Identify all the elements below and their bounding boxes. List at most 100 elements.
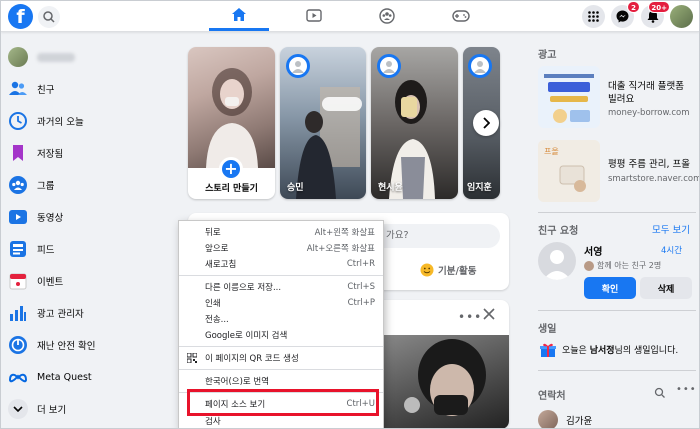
contact-item[interactable]: 김가윤: [538, 410, 592, 429]
ad-image[interactable]: [538, 66, 600, 128]
close-icon: [483, 308, 495, 320]
sidebar-item-meta-quest[interactable]: Meta Quest: [8, 364, 92, 390]
tab-home[interactable]: [209, 1, 269, 31]
sidebar-item-events[interactable]: 이벤트: [8, 268, 63, 294]
menu-item-save-as[interactable]: 다른 이름으로 저장... Ctrl+S: [179, 279, 383, 295]
sidebar-item-label: 그룹: [37, 181, 55, 192]
sidebar-item-feed[interactable]: 피드: [8, 236, 54, 262]
menu-item-label: 뒤로: [205, 228, 221, 238]
sidebar-item-label: 광고 관리자: [37, 309, 84, 320]
home-icon: [232, 7, 246, 21]
chevron-down-icon: [13, 406, 23, 412]
create-story-card[interactable]: + 스토리 만들기: [188, 47, 275, 199]
sidebar-item-label: Meta Quest: [37, 371, 92, 383]
friend-requests-title: 친구 요청: [538, 226, 579, 237]
birthdays-title: 생일: [538, 324, 557, 335]
sidebar-item-video[interactable]: 동영상: [8, 204, 63, 230]
menu-item-cast[interactable]: 전송...: [179, 311, 383, 327]
ad-text[interactable]: 대출 직거래 플랫폼 빌려요: [608, 80, 684, 106]
menu-item-label: Google로 이미지 검색: [205, 331, 288, 341]
notifications-badge: 20+: [648, 1, 670, 13]
chevron-right-icon: [483, 117, 490, 129]
divider: [538, 310, 696, 311]
menu-item-qr-code[interactable]: 이 페이지의 QR 코드 생성: [179, 350, 383, 366]
birthday-text-post: 님의 생일입니다.: [614, 346, 679, 356]
highlight-box: [187, 389, 379, 416]
top-navbar: f 2 20+: [1, 1, 699, 32]
menu-button[interactable]: [582, 5, 605, 28]
menu-item-forward[interactable]: 앞으로 Alt+오른쪽 화살표: [179, 240, 383, 256]
ad-text-line: 빌려요: [608, 94, 635, 105]
menu-item-translate[interactable]: 한국어(으)로 번역: [179, 373, 383, 389]
menu-item-label: 이 페이지의 QR 코드 생성: [205, 354, 299, 364]
stories-next-button[interactable]: [473, 110, 499, 136]
see-all-link[interactable]: 모두 보기: [652, 222, 690, 236]
menu-item-google-image-search[interactable]: Google로 이미지 검색: [179, 327, 383, 343]
sidebar-item-label: 이벤트: [37, 277, 64, 288]
menu-item-label: 전송...: [205, 315, 229, 325]
tab-groups[interactable]: [357, 1, 417, 31]
contacts-search-button[interactable]: [654, 387, 666, 402]
notifications-button[interactable]: 20+: [641, 1, 670, 28]
confirm-button[interactable]: 확인: [584, 277, 636, 299]
menu-item-reload[interactable]: 새로고침 Ctrl+R: [179, 256, 383, 272]
tab-gaming[interactable]: [431, 1, 491, 31]
divider: [538, 370, 696, 371]
sidebar-item-label: 동영상: [37, 213, 64, 224]
mutual-friend-avatar: [584, 260, 594, 271]
menu-item-label: 다른 이름으로 저장...: [205, 283, 282, 293]
story-card[interactable]: 승민: [280, 47, 366, 199]
birthday-text: 오늘은 남서정님의 생일입니다.: [562, 343, 678, 356]
tab-watch[interactable]: [284, 1, 344, 31]
add-story-button[interactable]: +: [219, 157, 243, 181]
search-icon: [43, 11, 55, 23]
feeling-activity-label: 기분/활동: [438, 266, 477, 277]
sidebar-item-saved[interactable]: 저장됨: [8, 140, 63, 166]
close-post-button[interactable]: [483, 308, 495, 323]
sidebar-item-crisis-response[interactable]: 재난 안전 확인: [8, 332, 95, 358]
story-name: 현시윤: [378, 183, 403, 193]
requester-name[interactable]: 서영: [584, 243, 602, 258]
menu-item-label: 앞으로: [205, 244, 229, 254]
post-photo: [404, 339, 486, 416]
delete-button[interactable]: 삭제: [640, 277, 692, 299]
facebook-logo[interactable]: f: [8, 4, 33, 29]
request-time: 4시간: [661, 246, 683, 256]
ad-site: money-borrow.com: [608, 108, 690, 118]
video-icon: [306, 9, 322, 22]
sidebar-item-see-more[interactable]: 더 보기: [8, 396, 66, 422]
messenger-badge: 2: [627, 1, 640, 13]
default-avatar-icon: [292, 61, 304, 73]
menu-item-shortcut: Alt+왼쪽 화살표: [314, 228, 375, 238]
search-button[interactable]: [38, 6, 60, 28]
contacts-more-icon[interactable]: •••: [676, 384, 697, 395]
menu-item-label: 인쇄: [205, 299, 221, 309]
story-card[interactable]: 현시윤: [371, 47, 458, 199]
account-avatar[interactable]: [670, 5, 693, 28]
contact-name: 김가윤: [566, 416, 593, 427]
svg-text:프올: 프올: [544, 147, 559, 156]
requester-avatar[interactable]: [538, 242, 576, 280]
profile-name-blurred: [37, 52, 75, 62]
sidebar-item-groups[interactable]: 그룹: [8, 172, 54, 198]
ad-image[interactable]: 프올: [538, 140, 600, 202]
sidebar-item-profile[interactable]: [8, 44, 75, 70]
sidebar-item-ads-manager[interactable]: 광고 관리자: [8, 300, 84, 326]
friends-icon: [9, 81, 27, 95]
menu-item-print[interactable]: 인쇄 Ctrl+P: [179, 295, 383, 311]
more-options-icon[interactable]: •••: [458, 310, 482, 324]
menu-item-label: 새로고침: [205, 260, 237, 270]
messenger-icon: [616, 10, 629, 23]
calendar-icon: [9, 273, 27, 290]
ads-title: 광고: [538, 50, 557, 61]
sidebar-item-friends[interactable]: 친구: [8, 76, 54, 102]
menu-item-back[interactable]: 뒤로 Alt+왼쪽 화살표: [179, 224, 383, 240]
sidebar-item-label: 재난 안전 확인: [37, 341, 96, 352]
menu-item-label: 한국어(으)로 번역: [205, 377, 270, 387]
avatar: [8, 47, 28, 67]
grid-menu-icon: [588, 11, 599, 22]
sidebar-item-memories[interactable]: 과거의 오늘: [8, 108, 84, 134]
feeling-activity-button[interactable]: 기분/활동: [420, 262, 476, 278]
messenger-button[interactable]: 2: [611, 1, 640, 28]
ad-text[interactable]: 평평 주름 관리, 프올: [608, 158, 690, 171]
